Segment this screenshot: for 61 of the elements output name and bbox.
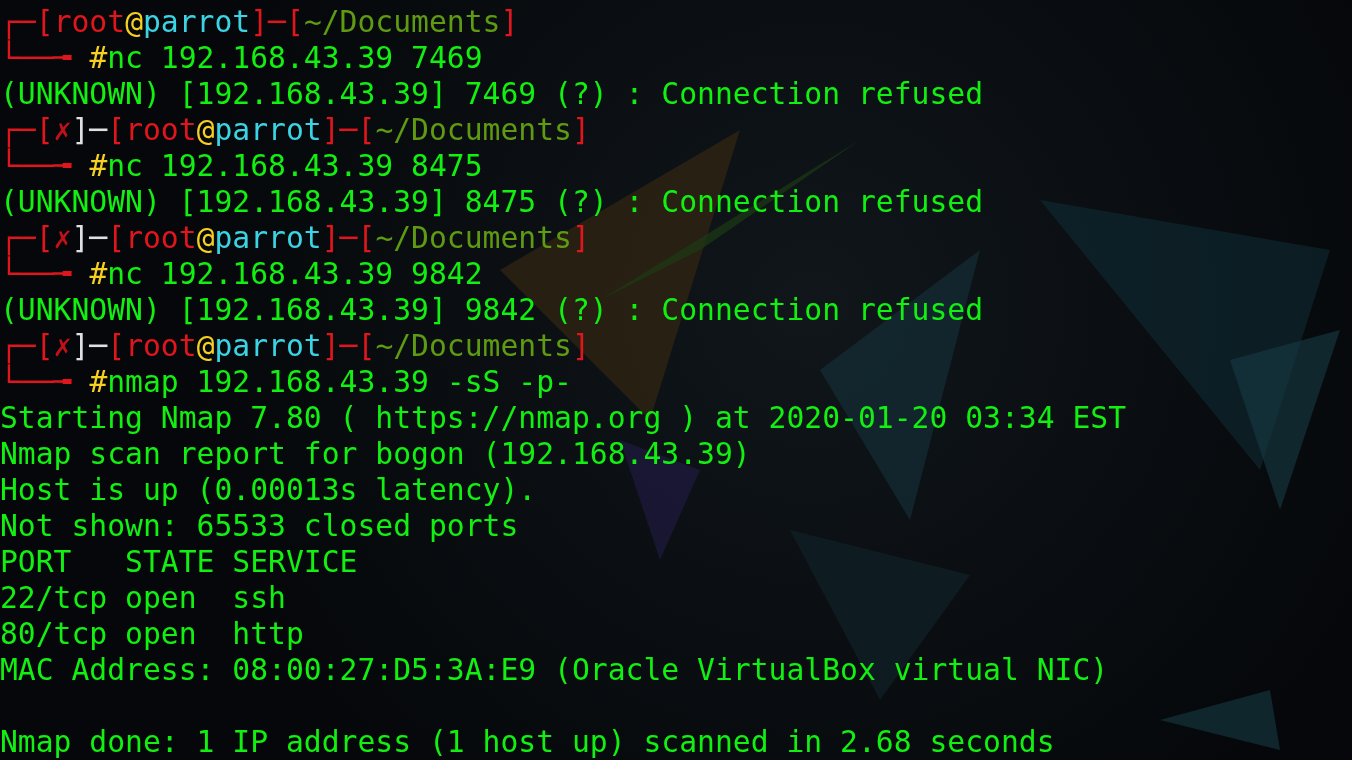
output-line: 80/tcp open http: [0, 616, 304, 651]
error-mark: ✗: [53, 328, 72, 363]
prompt-frame: └──╼: [0, 40, 90, 75]
prompt-frame: ┌─[: [0, 328, 54, 363]
output-line: 22/tcp open ssh: [0, 580, 286, 615]
output-line: (UNKNOWN) [192.168.43.39] 9842 (?) : Connection refused: [0, 292, 984, 327]
command-text: nc 192.168.43.39 9842: [107, 256, 483, 291]
error-mark: ✗: [53, 112, 72, 147]
prompt-frame: [: [107, 328, 126, 363]
prompt-frame: └──╼: [0, 148, 90, 183]
error-mark: ✗: [53, 220, 72, 255]
prompt-frame: ]─: [71, 112, 108, 147]
prompt-frame: ]: [572, 220, 590, 255]
at-sign: @: [196, 112, 215, 147]
at-sign: @: [196, 328, 215, 363]
prompt-frame: ]: [572, 328, 590, 363]
prompt-frame: ]─: [71, 220, 108, 255]
command-text: nc 192.168.43.39 8475: [107, 148, 483, 183]
prompt-frame: ]─[: [321, 112, 376, 147]
prompt-frame: ┌─[: [0, 220, 54, 255]
prompt-frame: [: [107, 220, 126, 255]
prompt-sigil: #: [89, 256, 108, 291]
prompt-sigil: #: [89, 364, 108, 399]
output-line: Nmap scan report for bogon (192.168.43.39): [0, 436, 751, 471]
prompt-frame: ┌─[: [0, 4, 54, 39]
prompt-sigil: #: [89, 148, 108, 183]
working-directory: ~/Documents: [375, 220, 572, 255]
prompt-frame: ]─[: [321, 220, 376, 255]
prompt-frame: ]─: [71, 328, 108, 363]
prompt-frame: └──╼: [0, 364, 90, 399]
user-name: root: [125, 220, 197, 255]
command-text: nc 192.168.43.39 7469: [107, 40, 483, 75]
prompt-frame: ┌─[: [0, 112, 54, 147]
output-line: Not shown: 65533 closed ports: [0, 508, 519, 543]
command-text: nmap 192.168.43.39 -sS -p-: [107, 364, 572, 399]
output-line: MAC Address: 08:00:27:D5:3A:E9 (Oracle VirtualBox virtual NIC): [0, 652, 1109, 687]
prompt-frame: ]: [500, 4, 519, 39]
output-line: Starting Nmap 7.80 ( https://nmap.org ) at 2020-01-20 03:34 EST: [0, 400, 1127, 435]
host-name: parrot: [214, 328, 322, 363]
output-line: PORT STATE SERVICE: [0, 544, 358, 579]
working-directory: ~/Documents: [375, 328, 572, 363]
host-name: parrot: [214, 112, 322, 147]
output-line: (UNKNOWN) [192.168.43.39] 7469 (?) : Connection refused: [0, 76, 984, 111]
at-sign: @: [196, 220, 215, 255]
user-name: root: [53, 4, 126, 39]
at-sign: @: [125, 4, 143, 39]
prompt-frame: ]: [572, 112, 590, 147]
prompt-frame: ]─[: [321, 328, 376, 363]
output-line: (UNKNOWN) [192.168.43.39] 8475 (?) : Connection refused: [0, 184, 984, 219]
output-line: Host is up (0.00013s latency).: [0, 472, 537, 507]
working-directory: ~/Documents: [303, 4, 501, 39]
host-name: parrot: [143, 4, 251, 39]
output-line: Nmap done: 1 IP address (1 host up) scanned in 2.68 seconds: [0, 724, 1055, 759]
user-name: root: [125, 112, 197, 147]
prompt-frame: [: [107, 112, 126, 147]
working-directory: ~/Documents: [375, 112, 572, 147]
host-name: parrot: [214, 220, 322, 255]
prompt-frame: └──╼: [0, 256, 90, 291]
user-name: root: [125, 328, 197, 363]
prompt-frame: ]─[: [250, 4, 304, 39]
prompt-sigil: #: [89, 40, 108, 75]
